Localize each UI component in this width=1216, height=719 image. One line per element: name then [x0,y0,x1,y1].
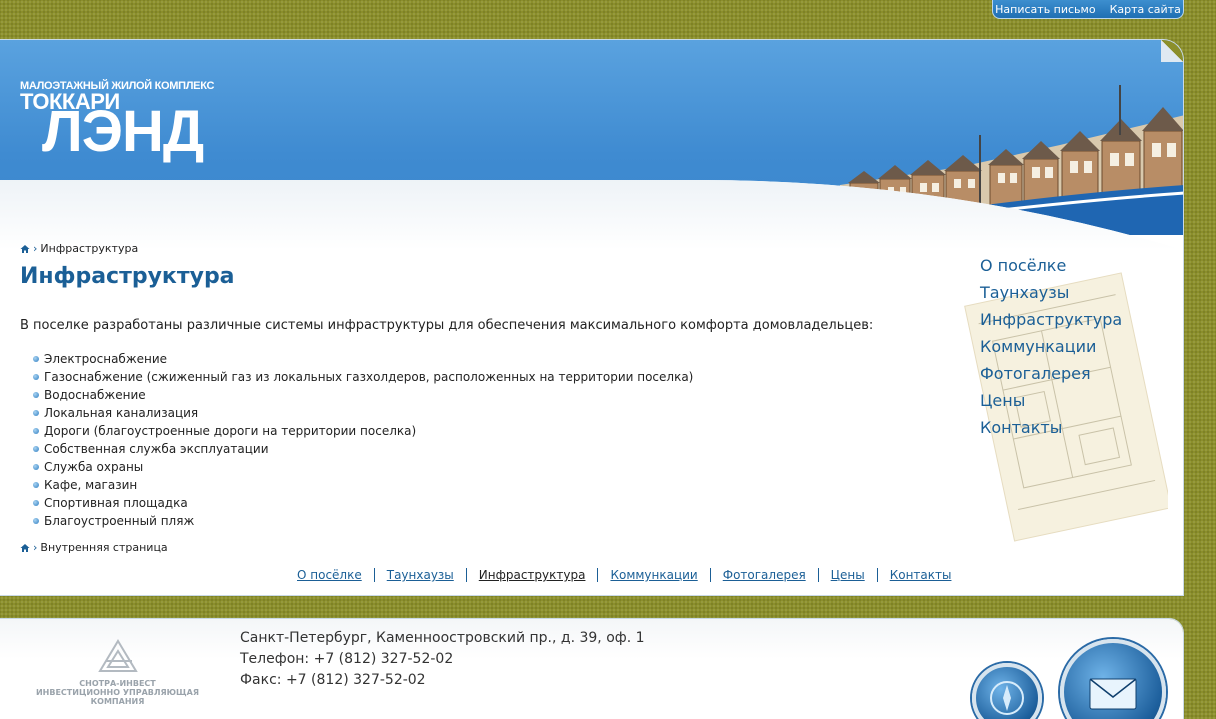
bottom-nav-about[interactable]: О посёлке [285,568,374,582]
bottom-breadcrumb: › Внутренняя страница [20,541,168,554]
side-nav-infrastructure[interactable]: Инфраструктура [980,306,1122,333]
bullet-icon [33,500,39,506]
bullet-icon [33,518,39,524]
list-item-text: Водоснабжение [44,388,146,402]
list-item-text: Газоснабжение (сжиженный газ из локальны… [44,370,694,384]
features-list: Электроснабжение Газоснабжение (сжиженны… [33,350,693,530]
list-item: Кафе, магазин [33,476,693,494]
mail-button[interactable] [1060,639,1166,719]
list-item-text: Служба охраны [44,460,144,474]
mail-icon [1089,678,1137,710]
bullet-icon [33,356,39,362]
bottom-nav-townhouses[interactable]: Таунхаузы [373,568,466,582]
list-item-text: Собственная служба эксплуатации [44,442,269,456]
side-nav-prices[interactable]: Цены [980,387,1122,414]
list-item: Электроснабжение [33,350,693,368]
intro-text: В поселке разработаны различные системы … [20,318,874,333]
phone-text: Телефон: +7 (812) 327-52-02 [240,651,454,667]
footer: СНОТРА-ИНВЕСТ ИНВЕСТИЦИОННО УПРАВЛЯЮЩАЯ … [0,619,1183,719]
top-links-bar: Написать письмо Карта сайта [992,0,1184,19]
fax-text: Факс: +7 (812) 327-52-02 [240,672,426,688]
bottom-breadcrumb-text: Внутренняя страница [40,541,168,554]
side-nav-contacts[interactable]: Контакты [980,414,1122,441]
sitemap-link[interactable]: Карта сайта [1110,3,1181,16]
list-item: Спортивная площадка [33,494,693,512]
list-item-text: Благоустроенный пляж [44,514,195,528]
breadcrumb: › Инфраструктура [20,242,138,255]
bottom-nav-contacts[interactable]: Контакты [876,568,964,582]
list-item-text: Дороги (благоустроенные дороги на террит… [44,424,417,438]
breadcrumb-current: Инфраструктура [40,242,139,255]
list-item: Служба охраны [33,458,693,476]
bullet-icon [33,428,39,434]
list-item-text: Электроснабжение [44,352,168,366]
side-nav-about[interactable]: О посёлке [980,252,1122,279]
list-item: Водоснабжение [33,386,693,404]
bullet-icon [33,482,39,488]
bottom-nav-infrastructure[interactable]: Инфраструктура [465,568,598,582]
company-logo-mark [97,639,138,672]
address-text: Санкт-Петербург, Каменноостровский пр., … [240,630,645,646]
list-item-text: Кафе, магазин [44,478,138,492]
home-icon[interactable] [20,244,30,254]
bottom-nav-gallery[interactable]: Фотогалерея [709,568,818,582]
bottom-nav-communications[interactable]: Коммункации [597,568,709,582]
bullet-icon [33,392,39,398]
company-logo: СНОТРА-ИНВЕСТ ИНВЕСТИЦИОННО УПРАВЛЯЮЩАЯ … [25,639,210,706]
breadcrumb-separator: › [33,242,38,255]
list-item: Благоустроенный пляж [33,512,693,530]
write-letter-link[interactable]: Написать письмо [995,3,1095,16]
list-item-text: Спортивная площадка [44,496,188,510]
bullet-icon [33,374,39,380]
list-item: Дороги (благоустроенные дороги на террит… [33,422,693,440]
side-nav-gallery[interactable]: Фотогалерея [980,360,1122,387]
list-item: Газоснабжение (сжиженный газ из локальны… [33,368,693,386]
bullet-icon [33,446,39,452]
side-nav: О посёлке Таунхаузы Инфраструктура Комму… [980,252,1122,441]
header-curve [0,180,1183,250]
bullet-icon [33,464,39,470]
side-nav-townhouses[interactable]: Таунхаузы [980,279,1122,306]
logo-line2: ЛЭНД [42,99,204,164]
main-content-card: МАЛОЭТАЖНЫЙ ЖИЛОЙ КОМПЛЕКС ТОККАРИ ЛЭНД [0,40,1183,595]
home-icon[interactable] [20,543,30,553]
page-title: Инфраструктура [20,264,235,289]
company-name: СНОТРА-ИНВЕСТ [79,679,156,688]
company-subtitle: ИНВЕСТИЦИОННО УПРАВЛЯЮЩАЯ КОМПАНИЯ [35,688,200,706]
breadcrumb-separator: › [33,541,38,554]
side-nav-communications[interactable]: Коммункации [980,333,1122,360]
list-item: Локальная канализация [33,404,693,422]
list-item-text: Локальная канализация [44,406,199,420]
list-item: Собственная служба эксплуатации [33,440,693,458]
bottom-nav-prices[interactable]: Цены [817,568,877,582]
compass-icon [990,681,1024,715]
page-curl [1161,40,1183,62]
contacts-block: Санкт-Петербург, Каменноостровский пр., … [240,628,645,691]
bullet-icon [33,410,39,416]
bottom-nav: О посёлке Таунхаузы Инфраструктура Комму… [285,568,963,582]
